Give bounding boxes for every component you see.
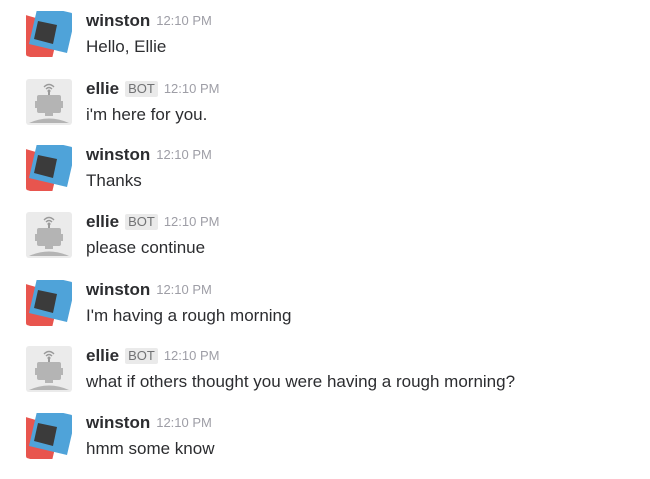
winston-avatar-icon <box>26 145 72 191</box>
timestamp[interactable]: 12:10 PM <box>164 214 220 229</box>
winston-avatar-icon <box>26 11 72 57</box>
message-item: ellie BOT 12:10 PM please continue <box>26 212 626 262</box>
message-text: Hello, Ellie <box>86 37 167 56</box>
message-header: winston 12:10 PM <box>86 11 212 31</box>
username[interactable]: ellie <box>86 79 119 98</box>
username[interactable]: winston <box>86 280 150 299</box>
username[interactable]: winston <box>86 11 150 30</box>
message-text: please continue <box>86 238 206 257</box>
message-item: winston 12:10 PM Thanks <box>26 145 626 195</box>
message-header: ellie BOT 12:10 PM <box>86 346 219 366</box>
message-header: ellie BOT 12:10 PM <box>86 79 219 99</box>
message-item: winston 12:10 PM I'm having a rough morni… <box>26 280 626 330</box>
message-header: ellie BOT 12:10 PM <box>86 212 219 232</box>
user-avatar[interactable] <box>26 280 72 326</box>
username[interactable]: ellie <box>86 212 119 231</box>
timestamp[interactable]: 12:10 PM <box>156 13 212 28</box>
message-item: ellie BOT 12:10 PM what if others thought … <box>26 346 626 396</box>
user-avatar[interactable] <box>26 145 72 191</box>
message-text: I'm having a rough morning <box>86 306 292 325</box>
timestamp[interactable]: 12:10 PM <box>164 348 220 363</box>
bot-badge: BOT <box>125 81 158 97</box>
message-text: what if others thought you were having a… <box>86 372 516 391</box>
timestamp[interactable]: 12:10 PM <box>156 282 212 297</box>
robot-icon <box>26 346 72 392</box>
bot-badge: BOT <box>125 348 158 364</box>
timestamp[interactable]: 12:10 PM <box>164 81 220 96</box>
timestamp[interactable]: 12:10 PM <box>156 147 212 162</box>
winston-avatar-icon <box>26 280 72 326</box>
bot-avatar[interactable] <box>26 212 72 258</box>
message-text: i'm here for you. <box>86 105 208 124</box>
message-item: winston 12:10 PM hmm some know <box>26 413 626 463</box>
message-item: winston 12:10 PM Hello, Ellie <box>26 11 626 61</box>
username[interactable]: winston <box>86 145 150 164</box>
user-avatar[interactable] <box>26 11 72 57</box>
winston-avatar-icon <box>26 413 72 459</box>
username[interactable]: winston <box>86 413 150 432</box>
user-avatar[interactable] <box>26 413 72 459</box>
robot-icon <box>26 79 72 125</box>
message-item: ellie BOT 12:10 PM i'm here for you. <box>26 79 626 129</box>
message-header: winston 12:10 PM <box>86 280 212 300</box>
robot-icon <box>26 212 72 258</box>
message-header: winston 12:10 PM <box>86 145 212 165</box>
message-text: hmm some know <box>86 439 215 458</box>
message-header: winston 12:10 PM <box>86 413 212 433</box>
bot-badge: BOT <box>125 214 158 230</box>
message-text: Thanks <box>86 171 142 190</box>
username[interactable]: ellie <box>86 346 119 365</box>
bot-avatar[interactable] <box>26 346 72 392</box>
bot-avatar[interactable] <box>26 79 72 125</box>
timestamp[interactable]: 12:10 PM <box>156 415 212 430</box>
